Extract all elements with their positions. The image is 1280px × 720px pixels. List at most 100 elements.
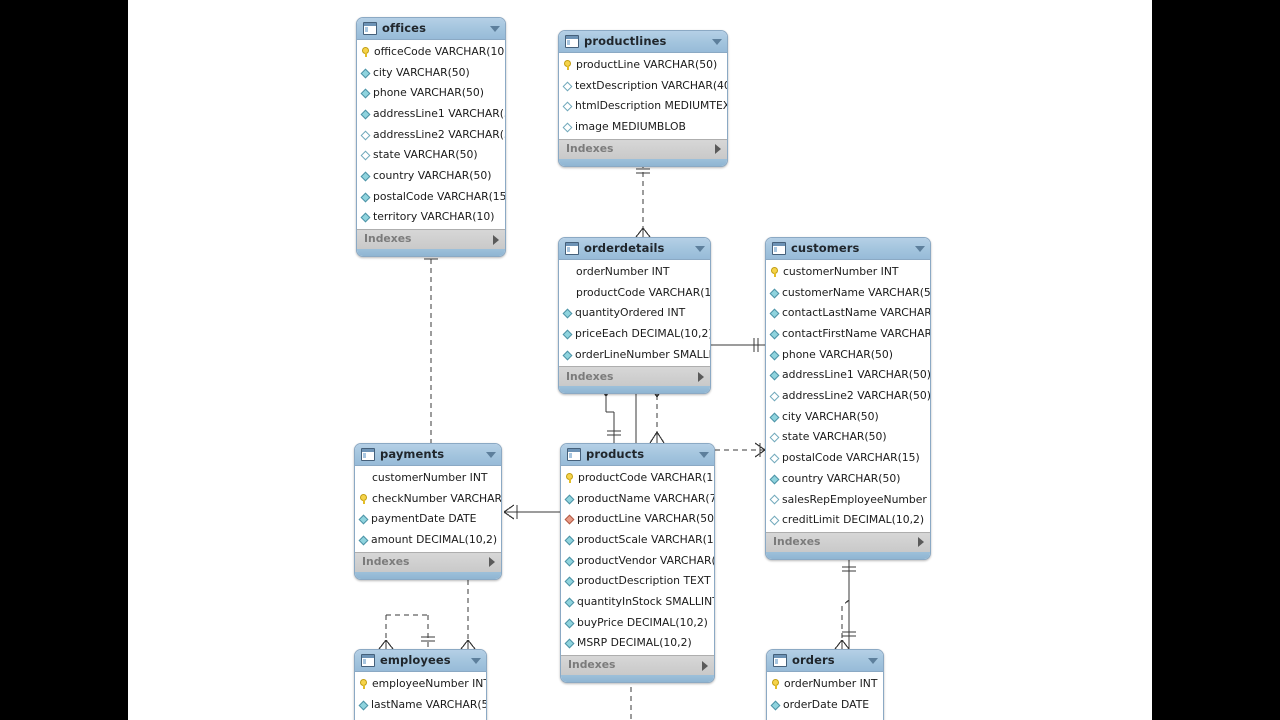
column-filled-icon <box>769 308 780 319</box>
table-title: customers <box>791 240 860 255</box>
table-column[interactable]: contactFirstName VARCHAR(50) <box>766 324 930 345</box>
table-header-payments[interactable]: payments <box>355 444 501 466</box>
table-column[interactable]: customerNumber INT <box>766 262 930 283</box>
table-column[interactable]: textDescription VARCHAR(4000) <box>559 76 727 97</box>
table-column[interactable]: postalCode VARCHAR(15) <box>766 448 930 469</box>
pk-key-icon <box>771 267 780 278</box>
chevron-down-icon[interactable] <box>712 38 722 45</box>
table-column[interactable]: htmlDescription MEDIUMTEXT <box>559 96 727 117</box>
column-filled-icon <box>360 171 371 182</box>
table-column[interactable]: creditLimit DECIMAL(10,2) <box>766 510 930 531</box>
chevron-right-icon[interactable] <box>493 234 499 245</box>
table-column[interactable]: productCode VARCHAR(15) <box>561 468 714 489</box>
table-column[interactable]: requiredDate DATE <box>767 715 883 720</box>
table-column[interactable]: addressLine1 VARCHAR(50) <box>766 365 930 386</box>
table-column[interactable]: city VARCHAR(50) <box>357 63 505 84</box>
table-column[interactable]: image MEDIUMBLOB <box>559 117 727 138</box>
table-column[interactable]: productName VARCHAR(70) <box>561 489 714 510</box>
table-column[interactable]: productDescription TEXT <box>561 571 714 592</box>
indexes-section-offices[interactable]: Indexes <box>357 229 505 250</box>
chevron-right-icon[interactable] <box>698 371 704 382</box>
indexes-section-productlines[interactable]: Indexes <box>559 138 727 159</box>
column-filled-icon <box>360 88 371 99</box>
indexes-section-products[interactable]: Indexes <box>561 655 714 676</box>
table-header-customers[interactable]: customers <box>766 238 930 260</box>
chevron-right-icon[interactable] <box>702 660 708 671</box>
table-payments[interactable]: payments customerNumber INT checkNumber VA… <box>354 443 502 580</box>
table-column[interactable]: orderLineNumber SMALLINT <box>559 345 710 366</box>
table-column[interactable]: territory VARCHAR(10) <box>357 208 505 229</box>
column-label: quantityInStock SMALLINT <box>577 595 715 609</box>
table-column[interactable]: phone VARCHAR(50) <box>357 83 505 104</box>
table-column[interactable]: country VARCHAR(50) <box>357 166 505 187</box>
indexes-section-orderdetails[interactable]: Indexes <box>559 366 710 387</box>
table-column[interactable]: officeCode VARCHAR(10) <box>357 42 505 63</box>
table-column[interactable]: productLine VARCHAR(50) <box>559 55 727 76</box>
table-customers[interactable]: customers customerNumber INT customerName … <box>765 237 931 560</box>
table-header-orders[interactable]: orders <box>767 650 883 672</box>
table-column[interactable]: addressLine1 VARCHAR(50) <box>357 104 505 125</box>
chevron-down-icon[interactable] <box>471 657 481 664</box>
indexes-section-payments[interactable]: Indexes <box>355 551 501 572</box>
table-column[interactable]: customerName VARCHAR(50) <box>766 283 930 304</box>
chevron-down-icon[interactable] <box>695 245 705 252</box>
table-header-offices[interactable]: offices <box>357 18 505 40</box>
table-column[interactable]: orderNumber INT <box>767 674 883 695</box>
table-column[interactable]: productLine VARCHAR(50) <box>561 509 714 530</box>
indexes-label: Indexes <box>362 554 410 568</box>
table-column[interactable]: productVendor VARCHAR(50) <box>561 551 714 572</box>
table-employees[interactable]: employees employeeNumber INT lastName VARC… <box>354 649 487 720</box>
column-label: employeeNumber INT <box>372 676 487 690</box>
table-column[interactable]: orderDate DATE <box>767 695 883 716</box>
chevron-down-icon[interactable] <box>490 25 500 32</box>
chevron-right-icon[interactable] <box>918 537 924 548</box>
table-header-products[interactable]: products <box>561 444 714 466</box>
table-offices[interactable]: offices officeCode VARCHAR(10) city VARCHA… <box>356 17 506 258</box>
column-list: customerNumber INT checkNumber VARCHAR(50… <box>355 466 501 552</box>
table-column[interactable]: amount DECIMAL(10,2) <box>355 530 501 551</box>
column-list: productLine VARCHAR(50) textDescription V… <box>559 53 727 139</box>
chevron-right-icon[interactable] <box>489 557 495 568</box>
indexes-section-customers[interactable]: Indexes <box>766 531 930 552</box>
table-orders[interactable]: orders orderNumber INT orderDate DATE requi… <box>766 649 884 720</box>
chevron-right-icon[interactable] <box>715 144 721 155</box>
table-column[interactable]: state VARCHAR(50) <box>766 428 930 449</box>
table-header-orderdetails[interactable]: orderdetails <box>559 238 710 260</box>
table-column[interactable]: salesRepEmployeeNumber INT <box>766 490 930 511</box>
table-products[interactable]: products productCode VARCHAR(15) productNa… <box>560 443 715 684</box>
table-column[interactable]: orderNumber INT <box>559 262 710 283</box>
table-column[interactable]: buyPrice DECIMAL(10,2) <box>561 613 714 634</box>
table-header-productlines[interactable]: productlines <box>559 31 727 53</box>
table-column[interactable]: priceEach DECIMAL(10,2) <box>559 324 710 345</box>
table-column[interactable]: postalCode VARCHAR(15) <box>357 187 505 208</box>
column-label: lastName VARCHAR(50) <box>371 697 487 711</box>
table-column[interactable]: addressLine2 VARCHAR(50) <box>357 125 505 146</box>
eer-diagram-canvas[interactable]: offices officeCode VARCHAR(10) city VARCHA… <box>128 0 1152 720</box>
table-column[interactable]: productScale VARCHAR(10) <box>561 530 714 551</box>
table-column[interactable]: city VARCHAR(50) <box>766 407 930 428</box>
table-column[interactable]: contactLastName VARCHAR(50) <box>766 303 930 324</box>
table-column[interactable]: MSRP DECIMAL(10,2) <box>561 634 714 655</box>
table-icon <box>772 242 786 255</box>
table-column[interactable]: state VARCHAR(50) <box>357 145 505 166</box>
table-column[interactable]: quantityOrdered INT <box>559 303 710 324</box>
table-column[interactable]: quantityInStock SMALLINT <box>561 592 714 613</box>
table-column[interactable]: lastName VARCHAR(50) <box>355 695 486 716</box>
table-column[interactable]: firstName VARCHAR(50) <box>355 715 486 720</box>
table-column[interactable]: country VARCHAR(50) <box>766 469 930 490</box>
table-column[interactable]: phone VARCHAR(50) <box>766 345 930 366</box>
chevron-down-icon[interactable] <box>915 245 925 252</box>
column-hollow-icon <box>562 101 573 112</box>
table-column[interactable]: checkNumber VARCHAR(50) <box>355 489 501 510</box>
table-productlines[interactable]: productlines productLine VARCHAR(50) textD… <box>558 30 728 167</box>
table-orderdetails[interactable]: orderdetails orderNumber INT productCode V… <box>558 237 711 395</box>
chevron-down-icon[interactable] <box>486 451 496 458</box>
chevron-down-icon[interactable] <box>868 657 878 664</box>
table-header-employees[interactable]: employees <box>355 650 486 672</box>
table-column[interactable]: addressLine2 VARCHAR(50) <box>766 386 930 407</box>
table-column[interactable]: paymentDate DATE <box>355 509 501 530</box>
chevron-down-icon[interactable] <box>699 451 709 458</box>
table-column[interactable]: employeeNumber INT <box>355 674 486 695</box>
table-column[interactable]: customerNumber INT <box>355 468 501 489</box>
table-column[interactable]: productCode VARCHAR(15) <box>559 283 710 304</box>
